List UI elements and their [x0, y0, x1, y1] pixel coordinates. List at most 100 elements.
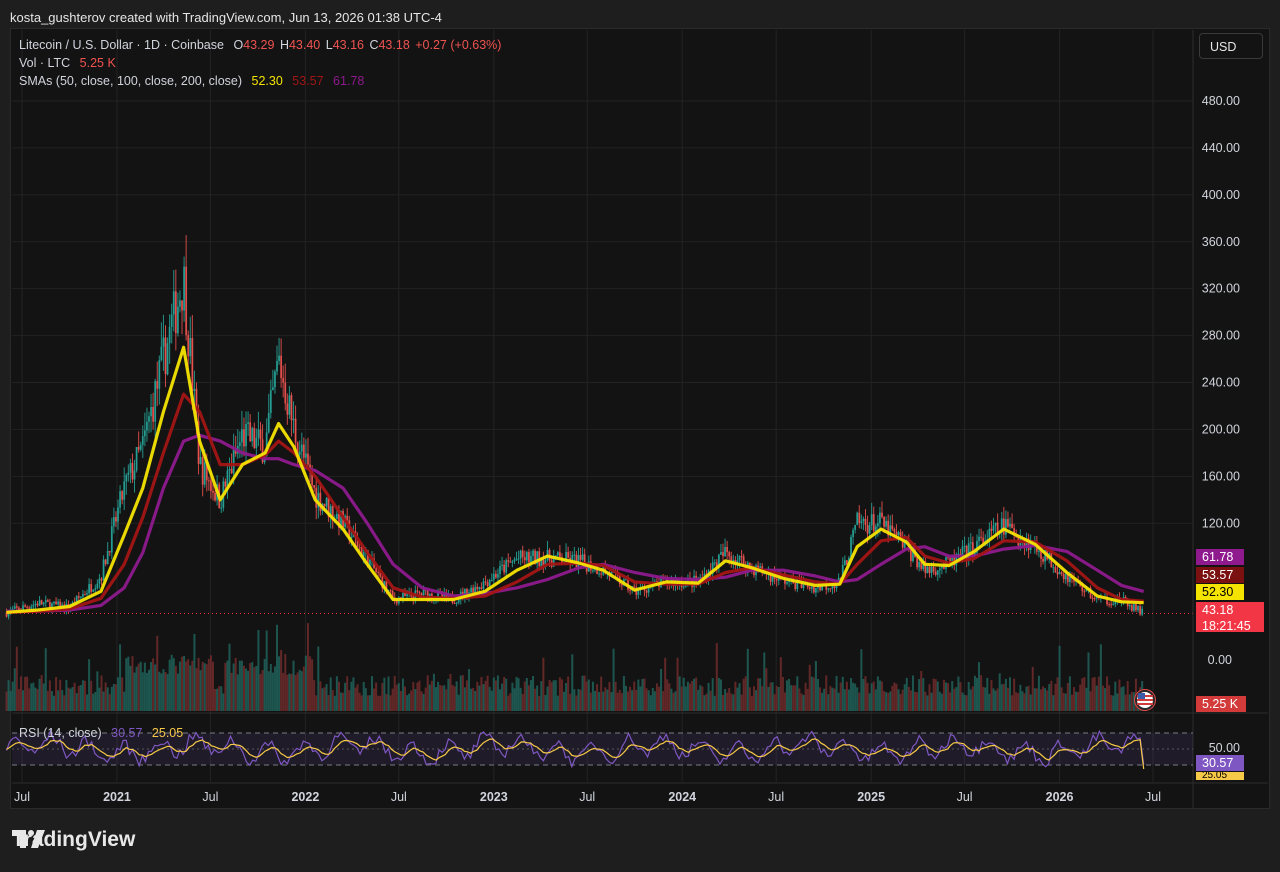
candle-body: [207, 480, 210, 482]
candle-body: [232, 449, 235, 474]
volume-label: Vol · LTC: [19, 56, 71, 70]
volume-bar: [598, 691, 601, 711]
volume-bar: [821, 692, 824, 711]
volume-bar: [627, 691, 630, 711]
volume-bar: [1103, 688, 1106, 711]
volume-bar: [414, 689, 417, 711]
candle-body: [313, 485, 316, 488]
candle-body: [102, 559, 105, 581]
high-label: H: [279, 38, 289, 52]
candle-body: [420, 593, 423, 596]
volume-bar: [1114, 681, 1117, 711]
volume-bar: [740, 694, 743, 711]
candle-body: [988, 528, 991, 540]
volume-bar: [242, 665, 245, 711]
candle-body: [1038, 551, 1040, 553]
candle-body: [992, 525, 995, 531]
volume-bar: [986, 677, 989, 711]
price-legend[interactable]: Litecoin / U.S. Dollar · 1D · Coinbase O…: [19, 38, 503, 52]
volume-bar: [451, 684, 454, 711]
candle-body: [168, 326, 171, 344]
volume-bar: [61, 690, 64, 711]
candle-body: [936, 570, 939, 575]
time-axis-tick-label: 2023: [480, 790, 508, 804]
volume-bar: [732, 694, 735, 711]
volume-bar: [763, 652, 766, 711]
candle-body: [579, 555, 582, 560]
volume-bar: [878, 680, 881, 711]
candle-body: [928, 566, 931, 573]
volume-bar: [344, 682, 347, 711]
candle-body: [90, 584, 93, 592]
candle-body: [154, 381, 157, 422]
candle-body: [346, 515, 349, 521]
volume-bar: [1126, 681, 1129, 711]
volume-bar: [746, 648, 749, 711]
candle-body: [1135, 604, 1137, 611]
volume-legend[interactable]: Vol · LTC 5.25 K: [19, 56, 118, 70]
volume-bar: [269, 664, 272, 711]
sma-legend[interactable]: SMAs (50, close, 100, close, 200, close)…: [19, 74, 366, 88]
low-value: 43.16: [332, 38, 364, 52]
volume-bar: [354, 687, 357, 711]
candle-body: [872, 514, 875, 532]
volume-bar: [938, 691, 941, 711]
volume-bar: [940, 693, 943, 711]
volume-bar: [439, 685, 442, 711]
candle-body: [189, 337, 192, 357]
volume-bar: [924, 691, 927, 711]
volume-bar: [226, 660, 229, 711]
candle-body: [201, 457, 204, 485]
volume-bar: [812, 677, 815, 711]
candle-body: [191, 337, 194, 392]
volume-bar: [443, 685, 446, 711]
volume-bar: [112, 683, 115, 711]
time-axis-tick-label: Jul: [957, 790, 973, 804]
currency-button[interactable]: USD: [1199, 33, 1263, 59]
volume-bar: [234, 657, 237, 711]
volume-bar: [1116, 693, 1119, 711]
rsi-legend[interactable]: RSI (14, close) 30.57 25.05: [19, 726, 185, 740]
candle-body: [1042, 558, 1044, 562]
us-flag-icon[interactable]: [1134, 689, 1156, 711]
volume-bar: [261, 669, 264, 711]
candle-body: [868, 525, 871, 534]
volume-bar: [472, 687, 475, 711]
volume-bar: [79, 685, 82, 711]
volume-bar: [461, 675, 464, 711]
volume-bar: [1083, 677, 1086, 711]
volume-bar: [125, 658, 128, 711]
candle-body: [278, 355, 280, 361]
sma100-price-tag: 53.57: [1196, 567, 1244, 583]
volume-bar: [513, 688, 516, 711]
candle-body: [1009, 523, 1011, 527]
volume-bar: [437, 681, 440, 711]
volume-bar: [990, 679, 993, 711]
candle-body: [843, 560, 846, 565]
chart-svg[interactable]: 480.00 440.00 400.00 360.00 320.00 280.00 240.…: [0, 0, 1280, 872]
volume-bar: [618, 689, 621, 711]
volume-bar: [1054, 683, 1057, 711]
candle-body: [478, 587, 481, 590]
bar-countdown: 18:21:45: [1202, 619, 1251, 633]
volume-bar: [432, 673, 435, 711]
candle-body: [511, 561, 514, 563]
volume-bar: [230, 672, 233, 711]
candle-body: [143, 430, 146, 437]
candle-body: [375, 568, 378, 573]
volume-bar: [17, 689, 20, 711]
candle-body: [1114, 601, 1117, 605]
tradingview-logo[interactable]: TradingView: [12, 828, 135, 852]
candle-body: [858, 512, 861, 524]
last-price-value: 43.18: [1202, 603, 1234, 617]
volume-bar: [963, 694, 966, 711]
volume-bar: [453, 686, 456, 711]
volume-bar: [102, 691, 105, 711]
candle-body: [786, 582, 788, 584]
candle-body: [978, 536, 980, 542]
volume-bar: [96, 671, 99, 711]
volume-bar: [1091, 677, 1094, 711]
volume-bar: [11, 681, 14, 711]
volume-bar: [401, 678, 404, 711]
volume-bar: [32, 682, 35, 711]
